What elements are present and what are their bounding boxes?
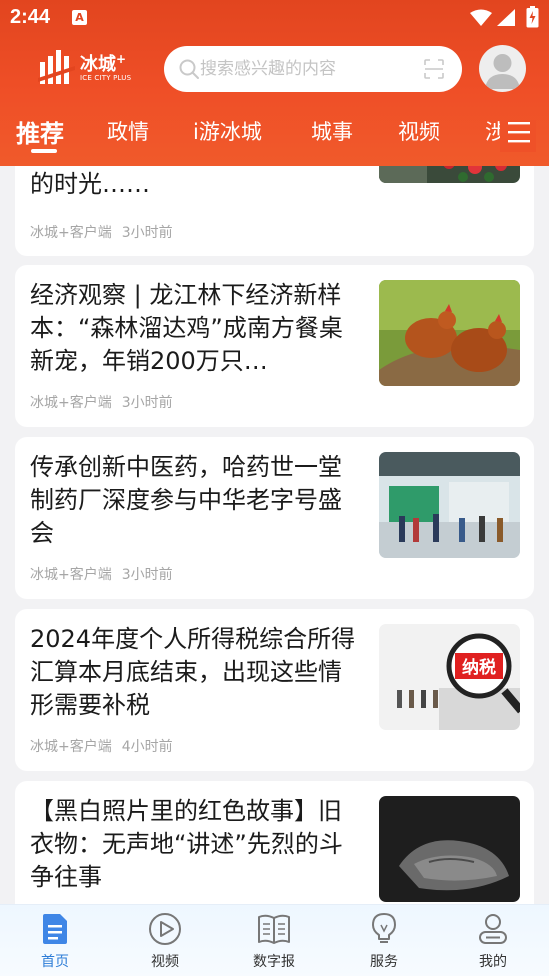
nav-services[interactable]: 服务	[339, 905, 429, 976]
app-header: 2:44 A 冰城+ ICE CITY PLUS 推荐 政情 i游冰城 城事 视…	[0, 0, 549, 166]
status-time: 2:44	[10, 6, 51, 28]
newspaper-icon	[258, 914, 290, 944]
news-thumbnail[interactable]	[379, 280, 520, 386]
news-card[interactable]: 传承创新中医药，哈药世一堂制药厂深度参与中华老字号盛会 冰城+客户端 3小时前	[15, 437, 534, 599]
news-source: 冰城+客户端	[30, 225, 112, 241]
news-meta: 冰城+客户端 3小时前	[30, 564, 173, 584]
wifi-icon	[470, 9, 492, 26]
search-icon	[179, 59, 199, 79]
news-source: 冰城+客户端	[30, 739, 112, 755]
battery-icon	[526, 6, 539, 28]
nav-newspaper-label: 数字报	[253, 954, 295, 970]
avatar[interactable]	[479, 45, 526, 92]
news-title[interactable]: 【黑白照片里的红色故事】旧衣物：无声地“讲述”先烈的斗争往事	[30, 795, 365, 894]
search-input[interactable]	[200, 55, 420, 83]
bottom-navigation: 首页 视频 数字报 服务 我的	[0, 904, 549, 976]
tab-politics[interactable]: 政情	[107, 116, 149, 146]
nav-newspaper[interactable]: 数字报	[229, 905, 319, 976]
nav-home-label: 首页	[41, 954, 69, 970]
news-time: 3小时前	[121, 225, 173, 241]
channel-tabs: 推荐 政情 i游冰城 城事 视频 涉	[0, 112, 549, 160]
news-source: 冰城+客户端	[30, 567, 112, 583]
signal-icon	[497, 9, 515, 26]
news-time: 3小时前	[121, 567, 173, 583]
notification-icon: A	[72, 10, 87, 25]
nav-video-label: 视频	[151, 954, 179, 970]
news-time: 3小时前	[121, 395, 173, 411]
user-avatar-icon	[485, 54, 520, 89]
play-icon	[149, 913, 181, 945]
news-title[interactable]: 经济观察 | 龙江林下经济新样本：“森林溜达鸡”成南方餐桌新宠，年销200万只…	[30, 279, 365, 378]
news-title[interactable]: 2024年度个人所得税综合所得汇算本月底结束，出现这些情形需要补税	[30, 623, 365, 722]
news-card[interactable]: 的时光…… 冰城+客户端 3小时前 相依	[15, 166, 534, 256]
scan-icon[interactable]	[424, 59, 444, 79]
news-source: 冰城+客户端	[30, 395, 112, 411]
nav-profile[interactable]: 我的	[448, 905, 538, 976]
logo-mark-icon	[38, 50, 75, 84]
search-bar[interactable]	[164, 46, 462, 92]
svg-text:纳税: 纳税	[462, 657, 496, 678]
status-bar: 2:44 A	[0, 0, 549, 36]
channel-menu-icon[interactable]	[500, 120, 536, 152]
news-meta: 冰城+客户端 3小时前	[30, 392, 173, 412]
nav-home[interactable]: 首页	[10, 905, 100, 976]
user-icon	[479, 914, 507, 944]
app-logo[interactable]: 冰城+ ICE CITY PLUS	[38, 46, 138, 88]
news-thumbnail[interactable]	[379, 796, 520, 902]
active-tab-indicator	[31, 149, 57, 153]
lightbulb-icon	[372, 913, 396, 943]
tab-recommend[interactable]: 推荐	[16, 114, 64, 149]
nav-profile-label: 我的	[479, 954, 507, 970]
news-meta: 冰城+客户端 3小时前	[30, 222, 173, 242]
nav-video[interactable]: 视频	[120, 905, 210, 976]
tab-city-affairs[interactable]: 城事	[311, 116, 353, 146]
news-card[interactable]: 经济观察 | 龙江林下经济新样本：“森林溜达鸡”成南方餐桌新宠，年销200万只……	[15, 265, 534, 427]
news-title[interactable]: 传承创新中医药，哈药世一堂制药厂深度参与中华老字号盛会	[30, 451, 365, 550]
news-thumbnail[interactable]: 相依	[379, 166, 520, 183]
news-time: 4小时前	[121, 739, 173, 755]
news-meta: 冰城+客户端 4小时前	[30, 736, 173, 756]
logo-subtitle: ICE CITY PLUS	[80, 74, 132, 82]
news-title[interactable]: 的时光……	[30, 168, 365, 201]
tab-tour-harbin[interactable]: i游冰城	[193, 116, 262, 146]
news-thumbnail[interactable]: 纳税	[379, 624, 520, 730]
home-doc-icon	[43, 914, 67, 944]
tab-video[interactable]: 视频	[398, 116, 440, 146]
news-thumbnail[interactable]	[379, 452, 520, 558]
news-feed[interactable]: 的时光…… 冰城+客户端 3小时前 相依 经济观察 | 龙江林下经济新样本：“森林…	[0, 166, 549, 904]
news-card[interactable]: 2024年度个人所得税综合所得汇算本月底结束，出现这些情形需要补税 冰城+客户端…	[15, 609, 534, 771]
logo-name: 冰城+	[80, 52, 127, 75]
nav-services-label: 服务	[370, 954, 398, 970]
news-card[interactable]: 【黑白照片里的红色故事】旧衣物：无声地“讲述”先烈的斗争往事	[15, 781, 534, 904]
